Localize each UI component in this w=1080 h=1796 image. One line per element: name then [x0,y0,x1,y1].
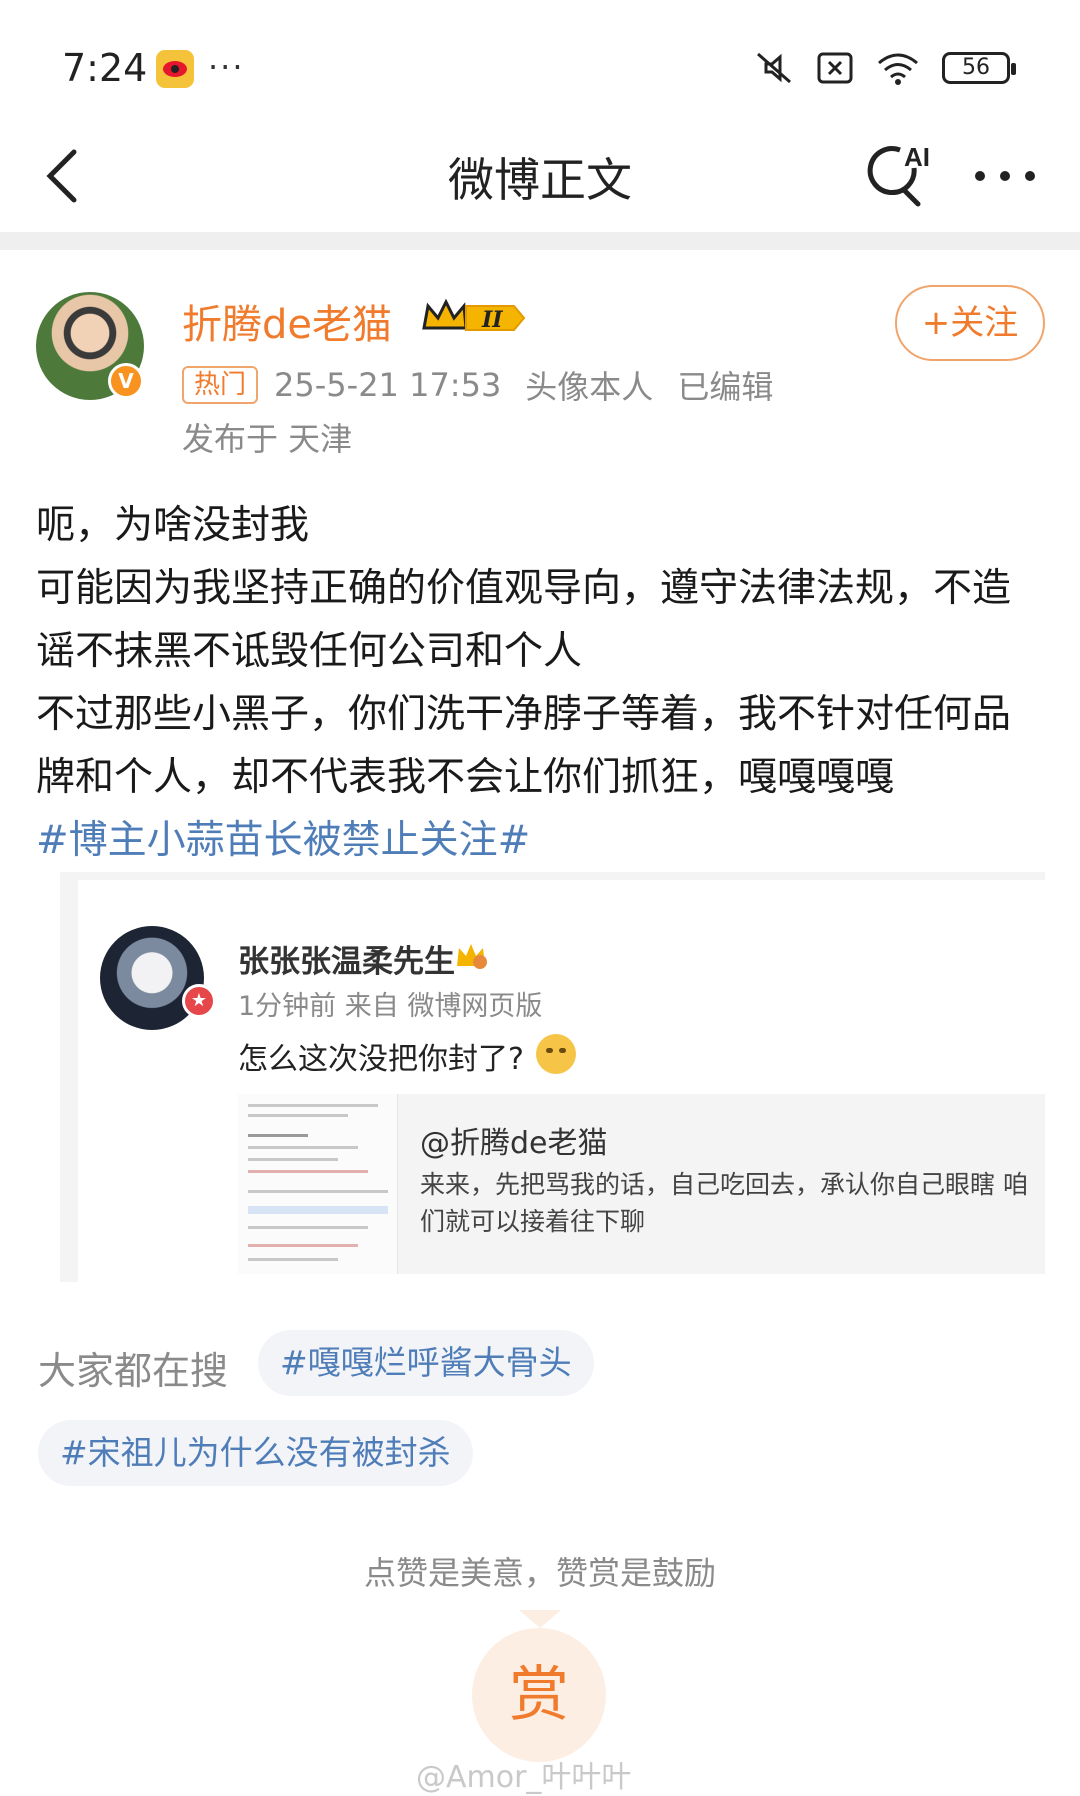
post-paragraph: 可能因为我坚持正确的价值观导向，遵守法律法规，不造谣不抹黑不诋毁任何公司和个人 [36,566,1012,674]
level-badge: II [481,307,503,333]
trending-chip[interactable]: #宋祖儿为什么没有被封杀 [38,1420,473,1486]
post-datetime: 25-5-21 17:53 [274,366,502,404]
more-icon[interactable] [970,156,1040,196]
quoted-badge-icon: ★ [182,984,216,1018]
wifi-icon [878,53,918,85]
edited-label[interactable]: 已编辑 [677,362,773,408]
title-bar: 微博正文 AI [0,120,1080,232]
post-body: 呃，为啥没封我 可能因为我坚持正确的价值观导向，遵守法律法规，不造谣不抹黑不诋毁… [36,494,1046,872]
post-meta: 热门 25-5-21 17:53 头像本人 已编辑 [182,362,773,408]
hot-tag[interactable]: 热门 [182,366,259,404]
ai-label: AI [904,142,930,172]
reward-pointer-icon [519,1610,561,1628]
status-bar: 7:24 ··· 56 [0,0,1080,120]
quoted-crown-icon [457,944,487,969]
quoted-card-thumbnail [238,1094,398,1274]
avatar-note: 头像本人 [525,368,654,406]
quoted-text: 怎么这次没把你封了? [238,1042,524,1077]
trending-search-label: 大家都在搜 [38,1349,229,1393]
sim-off-icon [817,52,853,84]
author-name[interactable]: 折腾de老猫 [182,292,392,350]
verified-badge-icon: V [108,363,144,399]
quoted-card-text: 来来，先把骂我的话，自己吃回去，承认你自己眼瞎 咱们就可以接着往下聊 [420,1170,1028,1236]
status-more-dots: ··· [208,48,245,86]
battery-indicator: 56 [942,52,1016,84]
post-hashtag-link[interactable]: #博主小蒜苗长被禁止关注# [36,809,1046,872]
trending-chip[interactable]: #嘎嘎烂呼酱大骨头 [258,1330,594,1396]
post-paragraph: 不过那些小黑子，你们洗干净脖子等着，我不针对任何品牌和个人，却不代表我不会让你们… [36,692,1012,800]
status-time: 7:24 [62,46,148,90]
quoted-username: 张张张温柔先生 [238,944,455,980]
section-divider [0,232,1080,250]
watermark: @Amor_叶叶叶 [416,1760,632,1795]
quoted-card-title: @折腾de老猫 [420,1126,608,1161]
mute-icon [757,52,791,84]
reward-caption: 点赞是美意，赞赏是鼓励 [363,1554,716,1592]
post-paragraph: 呃，为啥没封我 [36,503,310,548]
weibo-notification-icon [156,50,194,88]
reward-button[interactable]: 赏 [472,1628,606,1762]
follow-button[interactable]: +关注 [895,285,1045,361]
quoted-meta: 1分钟前 来自 微博网页版 [238,991,543,1022]
post-location: 发布于 天津 [182,420,353,458]
ai-search-icon[interactable]: AI [860,138,932,210]
vip-crown-icon: II [422,298,526,333]
crying-emoji-icon [536,1034,576,1074]
